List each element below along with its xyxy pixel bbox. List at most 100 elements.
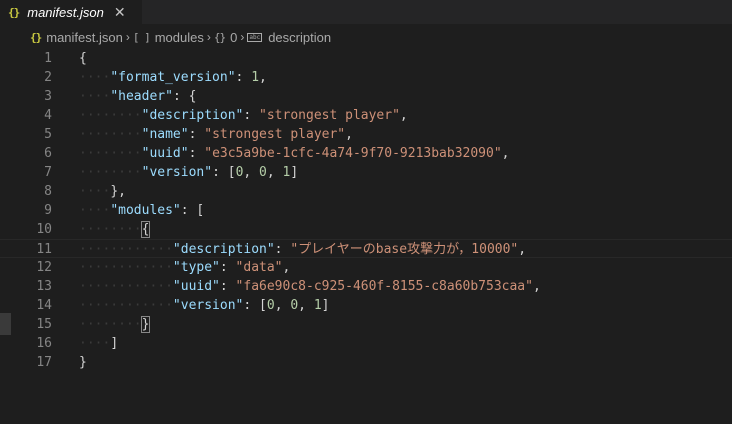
code-line[interactable]: 10 ········{ — [0, 220, 732, 239]
line-number: 8 — [44, 184, 52, 199]
code-line[interactable]: 14 ············"version": [0, 0, 1] — [0, 296, 732, 315]
json-punctuation: : [ — [212, 165, 236, 180]
json-punctuation: ] — [290, 165, 299, 180]
tab-manifest-json[interactable]: {} manifest.json ✕ — [0, 0, 142, 24]
code-line[interactable]: 12 ············"type": "data", — [0, 258, 732, 277]
whitespace-indent: ········ — [79, 222, 142, 237]
json-punctuation: , — [274, 298, 291, 313]
code-text: ····}, — [79, 182, 126, 201]
json-punctuation: }, — [110, 184, 126, 199]
json-number: 0 — [259, 165, 267, 180]
code-line[interactable]: 4 ········"description": "strongest playe… — [0, 106, 732, 125]
json-punctuation: , — [518, 242, 527, 257]
json-punctuation: , — [259, 70, 267, 85]
json-string: "e3c5a9be-1cfc-4a74-9f70-9213bab32090" — [204, 146, 502, 161]
json-key: "modules" — [110, 203, 181, 218]
json-punctuation: : [ — [180, 203, 205, 218]
whitespace-indent: ············ — [79, 242, 173, 257]
json-string: "strongest player" — [259, 108, 400, 123]
breadcrumb-item-description[interactable]: abc description — [247, 30, 331, 45]
breadcrumb-item-0[interactable]: {} 0 — [214, 30, 237, 45]
json-punctuation: : [ — [243, 298, 267, 313]
code-text: { — [79, 49, 87, 68]
chevron-right-icon: › — [125, 30, 130, 44]
code-text: ········"name": "strongest player", — [79, 125, 353, 144]
json-number: 0 — [266, 298, 275, 313]
chevron-right-icon: › — [206, 30, 211, 44]
json-key: "description" — [172, 242, 275, 257]
code-line[interactable]: 5 ········"name": "strongest player", — [0, 125, 732, 144]
json-punctuation: ] — [110, 336, 119, 351]
whitespace-indent: ···· — [79, 203, 111, 218]
line-number: 16 — [36, 336, 52, 351]
json-key: "uuid" — [172, 279, 220, 294]
line-number: 3 — [44, 89, 52, 104]
line-number: 4 — [44, 108, 52, 123]
code-text: ····] — [79, 334, 118, 353]
breadcrumb-item-file[interactable]: {} manifest.json — [30, 30, 123, 45]
code-line[interactable]: 9 ····"modules": [ — [0, 201, 732, 220]
breadcrumb-label: 0 — [230, 29, 238, 45]
code-line[interactable]: 6 ········"uuid": "e3c5a9be-1cfc-4a74-9f7… — [0, 144, 732, 163]
json-punctuation: : — [219, 279, 236, 294]
code-text: ············"uuid": "fa6e90c8-c925-460f-… — [79, 277, 541, 296]
json-punctuation: , — [345, 127, 353, 142]
code-text: ········} — [79, 315, 151, 334]
json-punctuation: , — [298, 298, 314, 313]
json-punctuation: , — [399, 108, 408, 123]
json-punctuation: , — [282, 260, 291, 275]
array-icon: [ ] — [132, 30, 151, 44]
code-line[interactable]: 2 ····"format_version": 1, — [0, 68, 732, 87]
json-punctuation: : — [219, 260, 236, 275]
code-line[interactable]: 3 ····"header": { — [0, 87, 732, 106]
whitespace-indent: ···· — [79, 184, 111, 199]
code-text: ············"description": "プレイヤーのbase攻撃… — [79, 240, 526, 259]
json-string: "data" — [235, 260, 283, 275]
breadcrumb-label: description — [268, 29, 332, 45]
code-line[interactable]: 1{ — [0, 49, 732, 68]
whitespace-indent: ···· — [79, 336, 111, 351]
json-key: "version" — [172, 298, 244, 313]
json-key: "name" — [141, 127, 189, 142]
json-punctuation: , — [243, 165, 260, 180]
code-text: ········"version": [0, 0, 1] — [79, 163, 298, 182]
code-text: ····"header": { — [79, 87, 196, 106]
line-number: 13 — [36, 279, 52, 294]
code-line[interactable]: 15 ········} — [0, 315, 732, 334]
json-punctuation: : — [188, 127, 205, 142]
json-number: 0 — [290, 298, 299, 313]
code-line[interactable]: 11 ············"description": "プレイヤーのbase… — [0, 239, 732, 258]
json-punctuation: : { — [172, 89, 197, 104]
close-icon[interactable]: ✕ — [114, 4, 126, 21]
json-punctuation: , — [501, 146, 510, 161]
json-number: 1 — [251, 70, 260, 85]
breadcrumb-item-modules[interactable]: [ ] modules — [133, 30, 204, 45]
line-number: 12 — [36, 260, 52, 275]
breadcrumb: {} manifest.json › [ ] modules › {} 0 › … — [0, 26, 732, 48]
json-string: "プレイヤーのbase攻撃力が，10000" — [290, 242, 519, 257]
line-number: 10 — [36, 222, 52, 237]
whitespace-indent: ············ — [79, 279, 173, 294]
code-line[interactable]: 13 ············"uuid": "fa6e90c8-c925-460… — [0, 277, 732, 296]
json-string: "strongest player" — [204, 127, 346, 142]
json-punctuation: { — [140, 221, 151, 238]
object-icon: {} — [213, 30, 226, 44]
json-key: "format_version" — [110, 70, 236, 85]
code-line[interactable]: 17} — [0, 353, 732, 372]
code-text: ············"version": [0, 0, 1] — [79, 296, 329, 315]
whitespace-indent: ········ — [79, 165, 142, 180]
code-line[interactable]: 7 ········"version": [0, 0, 1] — [0, 163, 732, 182]
code-editor[interactable]: 1{2 ····"format_version": 1, 3 ····"header"… — [0, 49, 732, 424]
tab-bar: {} manifest.json ✕ — [0, 0, 732, 24]
json-punctuation: } — [140, 316, 151, 333]
chevron-right-icon: › — [240, 30, 245, 44]
breadcrumb-label: manifest.json — [46, 29, 123, 45]
whitespace-indent: ········ — [79, 108, 142, 123]
json-punctuation: : — [188, 146, 205, 161]
line-number: 9 — [44, 203, 52, 218]
code-line[interactable]: 8 ····}, — [0, 182, 732, 201]
json-key: "version" — [141, 165, 213, 180]
json-file-icon: {} — [30, 30, 42, 44]
whitespace-indent: ···· — [79, 70, 111, 85]
code-line[interactable]: 16 ····] — [0, 334, 732, 353]
